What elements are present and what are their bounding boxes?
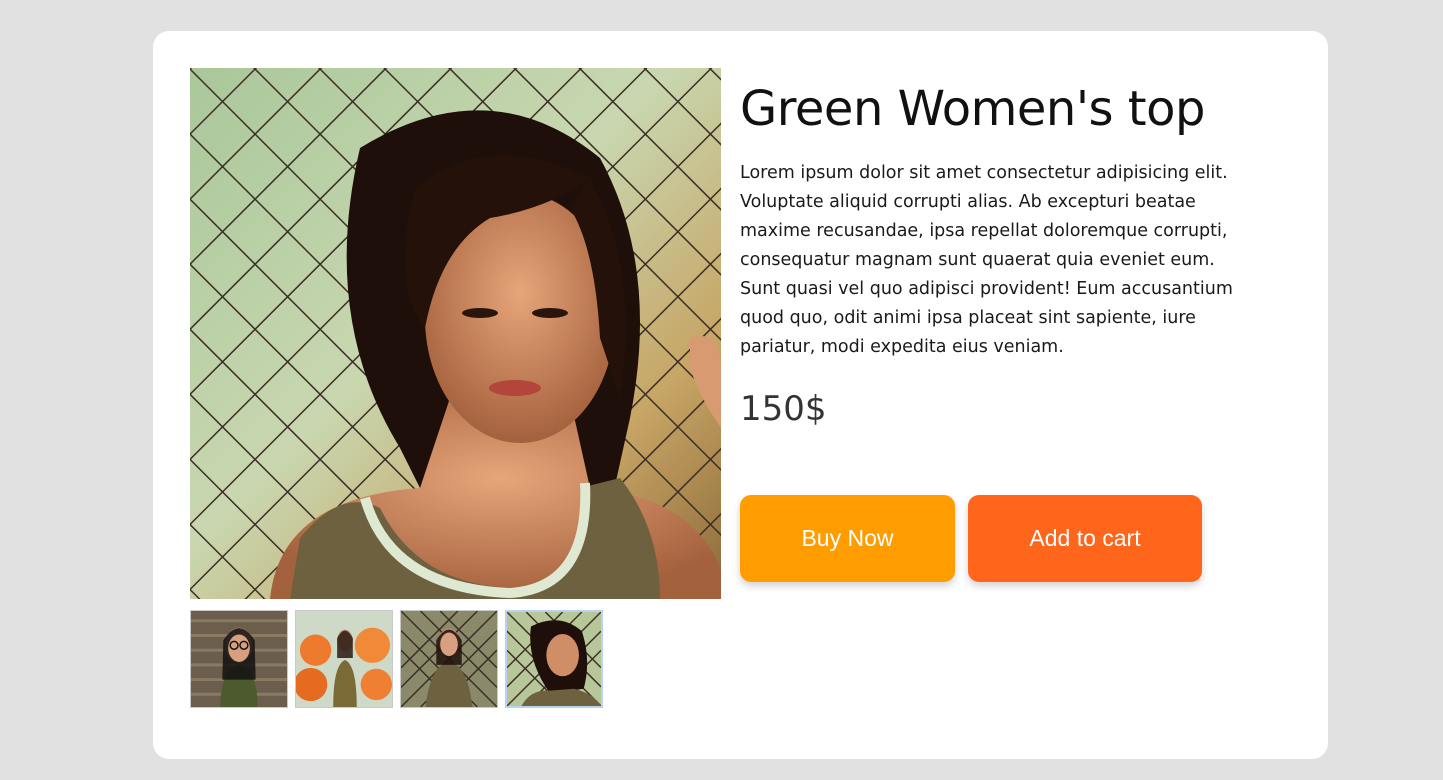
thumbnail-3[interactable]	[400, 610, 498, 708]
product-main-image	[190, 68, 721, 599]
product-card: Green Women's top Lorem ipsum dolor sit …	[153, 31, 1328, 759]
product-price: 150$	[740, 389, 827, 429]
buy-now-button[interactable]: Buy Now	[740, 495, 955, 582]
thumbnail-4[interactable]	[505, 610, 603, 708]
action-buttons: Buy Now Add to cart	[740, 495, 1202, 582]
thumbnail-1[interactable]	[190, 610, 288, 708]
product-title: Green Women's top	[740, 81, 1205, 137]
product-description: Lorem ipsum dolor sit amet consectetur a…	[740, 163, 1233, 357]
thumbnail-2[interactable]	[295, 610, 393, 708]
thumbnail-strip	[190, 610, 603, 708]
add-to-cart-button[interactable]: Add to cart	[968, 495, 1202, 582]
product-info: Green Women's top Lorem ipsum dolor sit …	[740, 77, 1260, 432]
